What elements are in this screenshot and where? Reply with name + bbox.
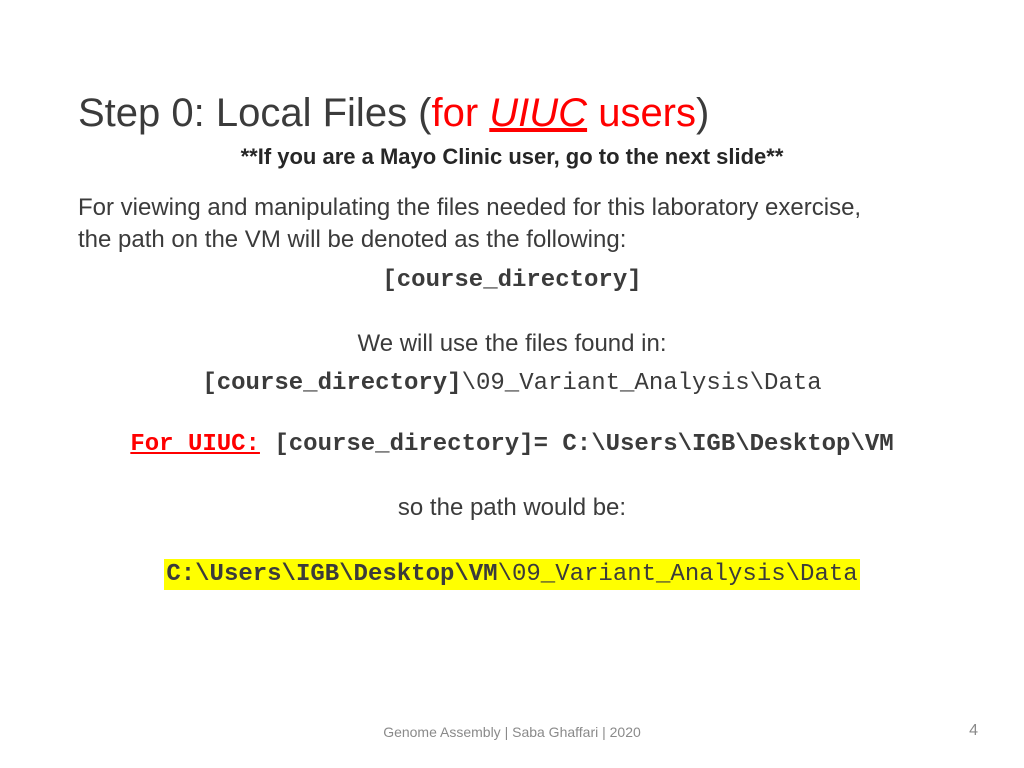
final-suffix: \09_Variant_Analysis\Data xyxy=(498,561,858,588)
page-number: 4 xyxy=(969,722,978,740)
intro-line-1: For viewing and manipulating the files n… xyxy=(78,192,946,224)
path1-prefix: [course_directory] xyxy=(202,370,461,397)
title-red1: for xyxy=(432,91,490,135)
use-files-line: We will use the files found in: xyxy=(78,328,946,360)
course-dir-placeholder: [course_directory] xyxy=(382,267,641,294)
so-path-line: so the path would be: xyxy=(78,492,946,524)
title-prefix: Step 0: Local Files ( xyxy=(78,91,432,135)
title-uiuc: UIUC xyxy=(489,91,587,135)
final-prefix: C:\Users\IGB\Desktop\VM xyxy=(166,561,497,588)
final-path-highlight: C:\Users\IGB\Desktop\VM\09_Variant_Analy… xyxy=(164,559,859,590)
slide: Step 0: Local Files (for UIUC users) **I… xyxy=(0,0,1024,768)
title-suffix: ) xyxy=(696,91,709,135)
title-red2: users xyxy=(587,91,696,135)
slide-title: Step 0: Local Files (for UIUC users) xyxy=(78,90,946,136)
intro-line-2: the path on the VM will be denoted as th… xyxy=(78,224,946,256)
path1-suffix: \09_Variant_Analysis\Data xyxy=(462,370,822,397)
subtitle-note: **If you are a Mayo Clinic user, go to t… xyxy=(78,144,946,170)
for-uiuc-label: For UIUC: xyxy=(130,431,260,458)
footer-credits: Genome Assembly | Saba Ghaffari | 2020 xyxy=(0,724,1024,740)
equals-line: [course_directory]= C:\Users\IGB\Desktop… xyxy=(260,431,894,458)
